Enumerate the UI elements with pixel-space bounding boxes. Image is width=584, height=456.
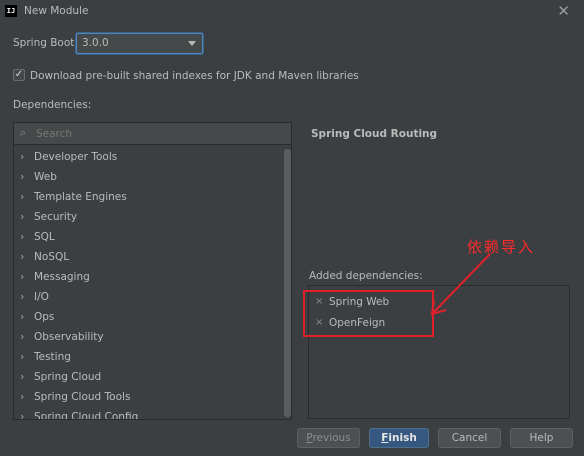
category-label: Web xyxy=(34,171,57,183)
annotation-highlight-box xyxy=(303,290,434,337)
category-item[interactable]: › Security xyxy=(14,207,284,227)
search-bar: ⌕ xyxy=(14,123,291,145)
chevron-right-icon: › xyxy=(20,250,25,263)
window-title: New Module xyxy=(24,5,89,17)
chevron-right-icon: › xyxy=(20,410,25,420)
chevron-down-icon xyxy=(188,41,196,46)
previous-label-rest: revious xyxy=(312,432,351,444)
chevron-right-icon: › xyxy=(20,350,25,363)
spring-boot-version-select[interactable]: 3.0.0 xyxy=(76,33,203,54)
cancel-button[interactable]: Cancel xyxy=(438,428,501,448)
scrollbar-thumb[interactable] xyxy=(284,149,291,417)
chevron-right-icon: › xyxy=(20,370,25,383)
category-item[interactable]: › Web xyxy=(14,167,284,187)
added-dependencies-label: Added dependencies: xyxy=(309,270,423,282)
category-label: NoSQL xyxy=(34,251,70,263)
spring-boot-label: Spring Boot: xyxy=(13,37,78,49)
category-label: Messaging xyxy=(34,271,90,283)
category-label: Observability xyxy=(34,331,104,343)
chevron-right-icon: › xyxy=(20,210,25,223)
category-label: SQL xyxy=(34,231,55,243)
help-button[interactable]: Help xyxy=(510,428,573,448)
category-label: Developer Tools xyxy=(34,151,118,163)
chevron-right-icon: › xyxy=(20,150,25,163)
finish-label-rest: inish xyxy=(388,432,417,444)
chevron-right-icon: › xyxy=(20,330,25,343)
category-label: Template Engines xyxy=(34,191,127,203)
chevron-right-icon: › xyxy=(20,190,25,203)
title-bar: IJ New Module ✕ xyxy=(0,0,584,24)
dependencies-label: Dependencies: xyxy=(13,99,92,111)
category-item[interactable]: › Messaging xyxy=(14,267,284,287)
category-item[interactable]: › Ops xyxy=(14,307,284,327)
category-label: Ops xyxy=(34,311,55,323)
category-item[interactable]: › NoSQL xyxy=(14,247,284,267)
chevron-right-icon: › xyxy=(20,390,25,403)
annotation-arrow-icon xyxy=(430,253,491,316)
selected-category-title: Spring Cloud Routing xyxy=(311,128,438,140)
download-indexes-label[interactable]: Download pre-built shared indexes for JD… xyxy=(30,70,359,82)
previous-button[interactable]: Previous xyxy=(297,428,360,448)
category-item[interactable]: › Observability xyxy=(14,327,284,347)
chevron-right-icon: › xyxy=(20,290,25,303)
search-icon: ⌕ xyxy=(20,126,27,139)
category-label: Spring Cloud Config xyxy=(34,411,139,420)
dependency-category-panel: ⌕ › Developer Tools › Web › Template Engine… xyxy=(13,122,292,420)
category-label: Spring Cloud xyxy=(34,371,102,383)
category-item[interactable]: › Spring Cloud Tools xyxy=(14,387,284,407)
category-item[interactable]: › Spring Cloud xyxy=(14,367,284,387)
category-label: I/O xyxy=(34,291,49,303)
category-item[interactable]: › Template Engines xyxy=(14,187,284,207)
category-label: Spring Cloud Tools xyxy=(34,391,131,403)
category-item[interactable]: › Spring Cloud Config xyxy=(14,407,284,420)
chevron-right-icon: › xyxy=(20,270,25,283)
category-item[interactable]: › I/O xyxy=(14,287,284,307)
category-label: Security xyxy=(34,211,78,223)
spring-boot-version-value: 3.0.0 xyxy=(82,37,109,49)
chevron-right-icon: › xyxy=(20,170,25,183)
category-scrollbar[interactable] xyxy=(284,147,291,419)
annotation-text: 依赖导入 xyxy=(467,238,536,256)
chevron-right-icon: › xyxy=(20,310,25,323)
finish-button[interactable]: Finish xyxy=(369,428,429,448)
category-item[interactable]: › SQL xyxy=(14,227,284,247)
search-input[interactable] xyxy=(36,126,286,142)
category-label: Testing xyxy=(34,351,71,363)
category-item[interactable]: › Testing xyxy=(14,347,284,367)
close-icon[interactable]: ✕ xyxy=(557,2,570,20)
download-indexes-checkbox[interactable]: ✓ xyxy=(13,69,25,81)
category-item[interactable]: › Developer Tools xyxy=(14,147,284,167)
chevron-right-icon: › xyxy=(20,230,25,243)
intellij-app-icon: IJ xyxy=(5,5,17,17)
